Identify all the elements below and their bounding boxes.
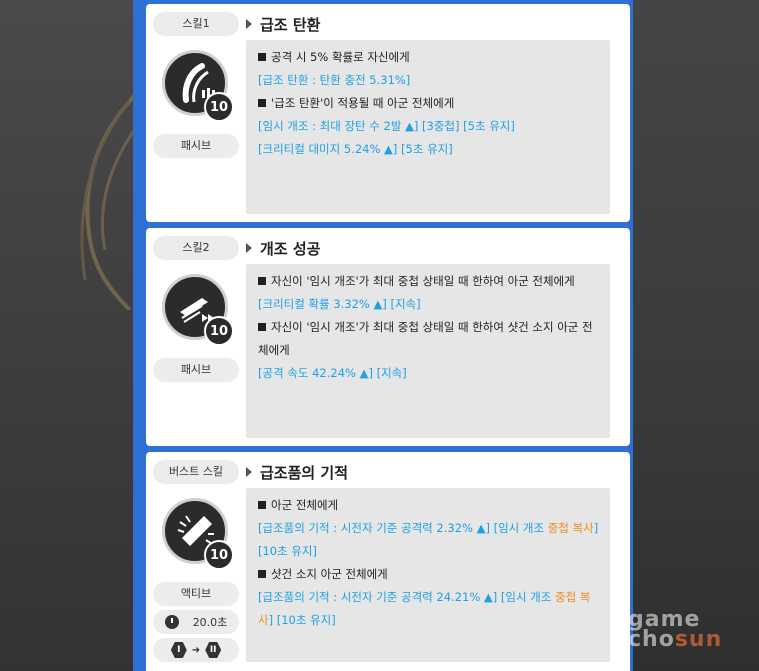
burst-stage-from-icon: I [170, 642, 187, 658]
skill-name: 개조 성공 [260, 239, 321, 258]
burst-stage-to-icon: II [205, 642, 222, 658]
arrow-right-icon: ➜ [191, 644, 201, 656]
desc-line: [급조 탄환 : 탄환 충전 5.31%] [258, 73, 411, 87]
skill-name: 급조품의 기적 [260, 463, 349, 482]
desc-line: 자신이 '임시 개조'가 최대 중첩 상태일 때 한하여 샷건 소지 아군 전체… [258, 320, 593, 357]
skill-mode-label: 패시브 [153, 134, 239, 158]
desc-line: 자신이 '임시 개조'가 최대 중첩 상태일 때 한하여 아군 전체에게 [258, 270, 600, 293]
burst-stage-display: I ➜ II [153, 638, 239, 662]
skill-mode-label: 액티브 [153, 582, 239, 606]
desc-line: 아군 전체에게 [258, 494, 600, 517]
skill-card-1: 스킬1 급조 탄환 10 패시브 공격 시 5% 확률로 자신에게 [급조 탄환… [146, 4, 630, 222]
triangle-icon [246, 243, 252, 253]
skill-title: 개조 성공 [246, 236, 320, 260]
skill-card-2: 스킬2 개조 성공 10 패시브 자신이 '임시 개조'가 최대 중첩 상태일 … [146, 228, 630, 446]
skill-type-label: 스킬2 [153, 236, 239, 260]
skill-icon[interactable]: 10 [162, 50, 234, 122]
desc-line: 샷건 소지 아군 전체에게 [258, 563, 600, 586]
skill-description: 자신이 '임시 개조'가 최대 중첩 상태일 때 한하여 아군 전체에게 [크리… [246, 264, 610, 438]
skill-icon[interactable]: 10 [162, 498, 234, 570]
clock-icon [164, 615, 179, 629]
skill-type-label: 스킬1 [153, 12, 239, 36]
desc-line: '급조 탄환'이 적용될 때 아군 전체에게 [258, 92, 600, 115]
skill-description: 공격 시 5% 확률로 자신에게 [급조 탄환 : 탄환 충전 5.31%] '… [246, 40, 610, 214]
cooldown-display: 20.0초 [153, 610, 239, 634]
desc-line: [임시 개조 : 최대 장탄 수 2발 ▲] [3중첩] [5초 유지] [258, 119, 515, 133]
skill-mode-label: 패시브 [153, 358, 239, 382]
skill-level-badge: 10 [204, 316, 234, 346]
desc-line: 공격 시 5% 확률로 자신에게 [258, 46, 600, 69]
desc-line: [공격 속도 42.24% ▲] [지속] [258, 366, 407, 380]
background-right [633, 0, 759, 671]
desc-line: [크리티컬 확률 3.32% ▲] [지속] [258, 297, 421, 311]
triangle-icon [246, 467, 252, 477]
desc-line: [급조품의 기적 : 시전자 기준 공격력 24.21% ▲] [임시 개조 중… [258, 590, 591, 627]
skill-level-badge: 10 [204, 540, 234, 570]
triangle-icon [246, 19, 252, 29]
skill-title: 급조 탄환 [246, 12, 320, 36]
desc-line: [급조품의 기적 : 시전자 기준 공격력 2.32% ▲] [임시 개조 중첩… [258, 521, 599, 558]
skill-level-badge: 10 [204, 92, 234, 122]
skill-description: 아군 전체에게 [급조품의 기적 : 시전자 기준 공격력 2.32% ▲] [… [246, 488, 610, 662]
skill-card-burst: 버스트 스킬 급조품의 기적 10 액티브 20.0초 I ➜ II 아군 전체… [146, 452, 630, 671]
desc-line: [크리티컬 대미지 5.24% ▲] [5초 유지] [258, 142, 453, 156]
watermark-logo: game chosun [628, 607, 723, 652]
skill-type-label: 버스트 스킬 [153, 460, 239, 484]
skill-icon[interactable]: 10 [162, 274, 234, 346]
skill-name: 급조 탄환 [260, 15, 321, 34]
cooldown-value: 20.0초 [192, 616, 228, 629]
skill-title: 급조품의 기적 [246, 460, 348, 484]
